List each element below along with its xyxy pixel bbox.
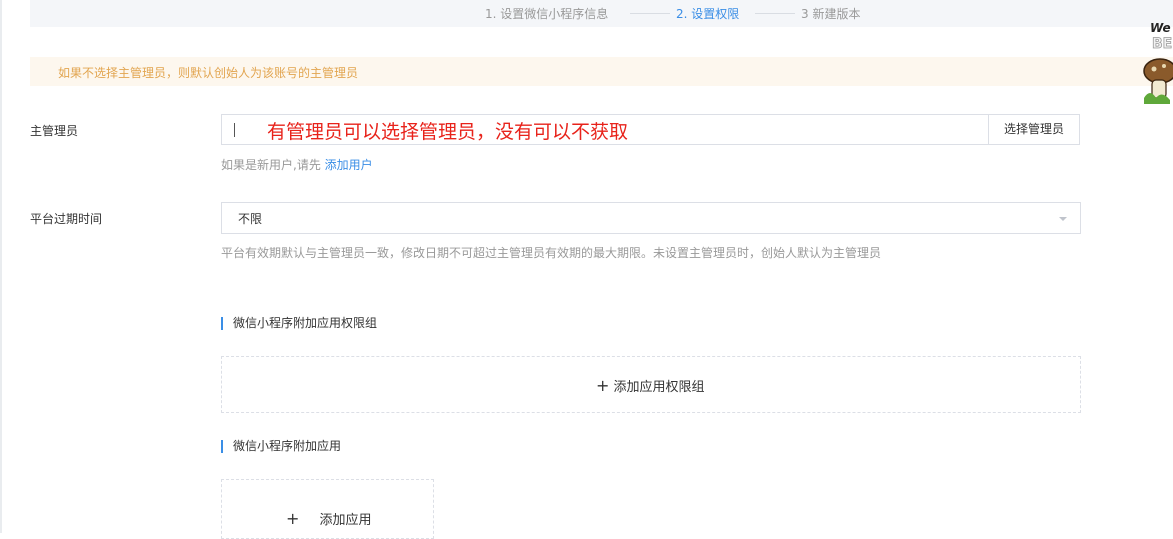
add-user-link[interactable]: 添加用户 [325, 158, 373, 172]
steps-bar: 1. 设置微信小程序信息 2. 设置权限 3 新建版本 [30, 0, 1173, 27]
svg-text:We: We [1150, 21, 1171, 35]
admin-annotation-text: 有管理员可以选择管理员，没有可以不获取 [267, 121, 629, 143]
expiry-select-value: 不限 [238, 212, 263, 226]
step-divider [630, 13, 670, 14]
plus-icon: + [286, 509, 300, 528]
mascot-sticker: We BE [1140, 14, 1173, 106]
plus-icon: + [596, 376, 610, 395]
permission-groups-title: 微信小程序附加应用权限组 [221, 317, 377, 330]
add-app-button[interactable]: + 添加应用 [221, 479, 434, 539]
add-app-text: 添加应用 [319, 513, 372, 528]
expiry-hint: 平台有效期默认与主管理员一致，修改日期不可超过主管理员有效期的最大期限。未设置主… [221, 246, 882, 260]
admin-hint: 如果是新用户,请先 添加用户 [221, 156, 373, 173]
mushroom-mascot-icon: We BE [1143, 21, 1173, 104]
step-divider [755, 13, 795, 14]
expiry-select[interactable]: 不限 [221, 202, 1081, 234]
admin-label: 主管理员 [30, 124, 79, 138]
add-permission-group-text: 添加应用权限组 [613, 380, 705, 395]
select-admin-button[interactable]: 选择管理员 [988, 114, 1080, 145]
text-caret [234, 123, 235, 137]
svg-text:BE: BE [1152, 36, 1172, 52]
admin-input[interactable]: 有管理员可以选择管理员，没有可以不获取 [221, 114, 989, 145]
add-app-label: + 添加应用 [286, 509, 372, 528]
step-3: 3 新建版本 [801, 7, 861, 21]
step-2-active: 2. 设置权限 [676, 7, 740, 21]
left-edge-border [0, 0, 2, 533]
add-permission-group-button[interactable]: + 添加应用权限组 [221, 356, 1081, 413]
notice-banner: 如果不选择主管理员，则默认创始人为该账号的主管理员 [30, 57, 1173, 86]
notice-text: 如果不选择主管理员，则默认创始人为该账号的主管理员 [58, 66, 359, 80]
apps-title: 微信小程序附加应用 [221, 440, 341, 453]
admin-hint-text: 如果是新用户,请先 [221, 158, 321, 172]
chevron-down-icon [1059, 217, 1067, 221]
step-1: 1. 设置微信小程序信息 [485, 7, 609, 21]
expiry-label: 平台过期时间 [30, 212, 103, 226]
add-permission-group-label: + 添加应用权限组 [596, 376, 705, 395]
